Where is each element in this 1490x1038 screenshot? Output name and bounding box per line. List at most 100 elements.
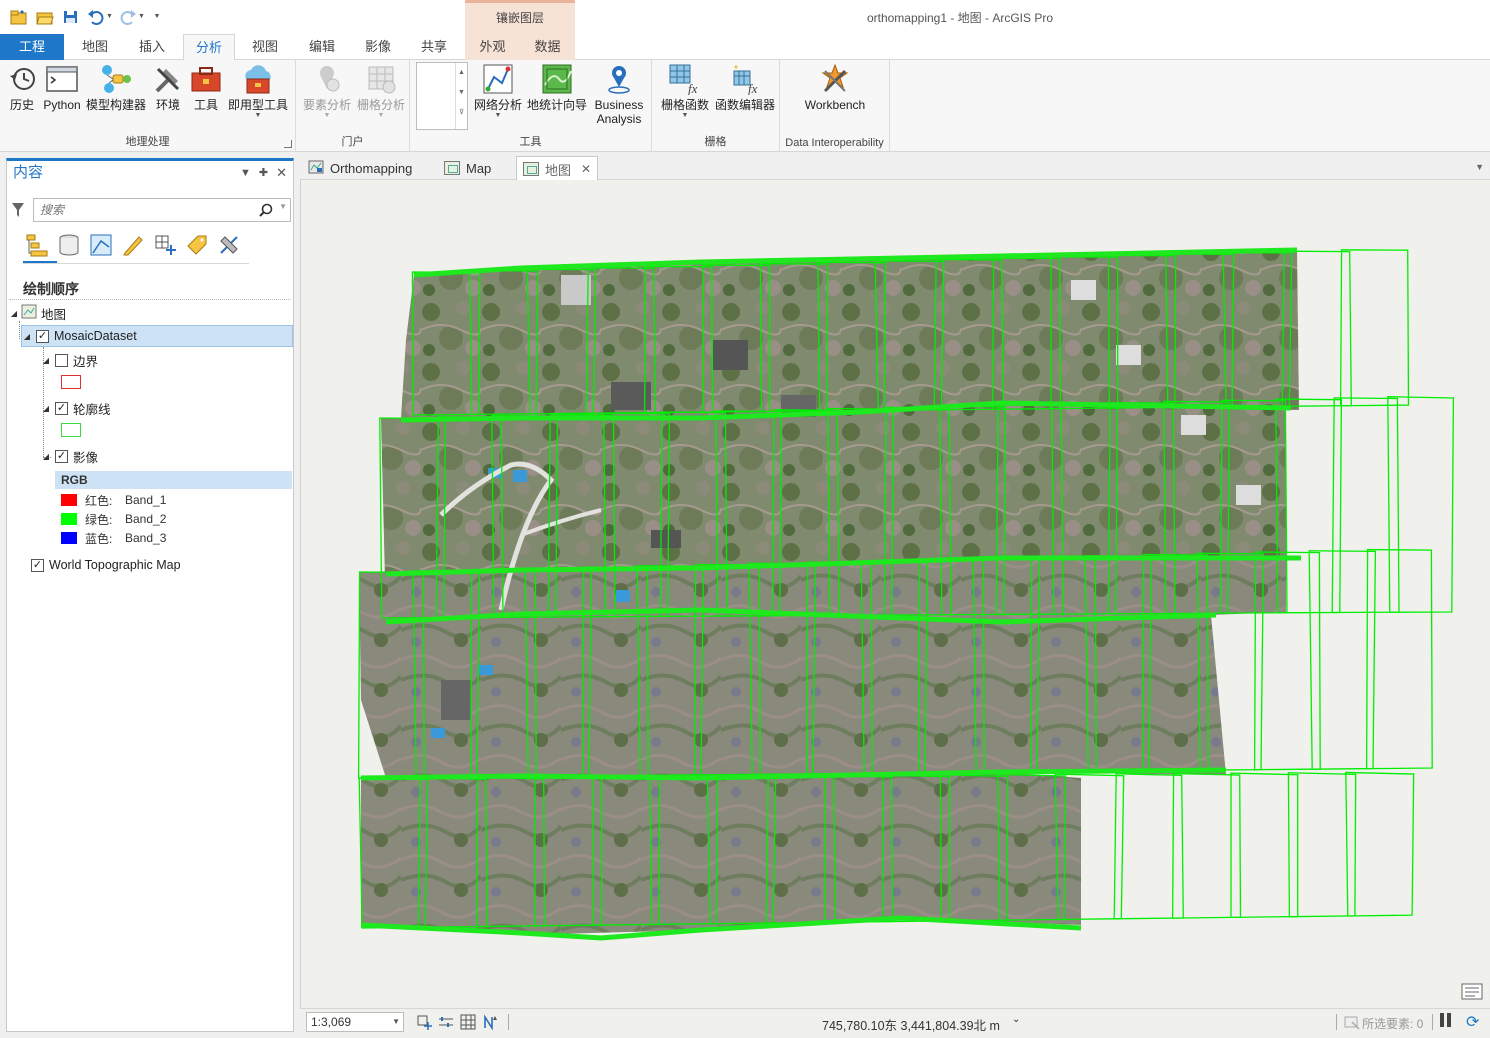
- north-arrow-icon[interactable]: [482, 1014, 498, 1030]
- tools-group: ▲ ▼ ⊽ 网络分析 ▼ 地统计向导 Business Analysis 工具: [410, 60, 652, 152]
- tree-row-map[interactable]: ◢ 地图: [9, 302, 66, 324]
- fixed-zoom-icon[interactable]: [416, 1014, 432, 1030]
- divider: [1336, 1014, 1337, 1030]
- close-tab-icon[interactable]: ✕: [581, 162, 591, 176]
- list-by-data-source-icon[interactable]: [55, 231, 82, 258]
- dialog-launcher-icon[interactable]: [284, 140, 292, 148]
- ribbon: 历史 Python 模型构建器 环境 工具 即用型工具 ▼ 地理处理 要素分析 …: [0, 60, 1490, 152]
- tab-map[interactable]: 地图: [69, 34, 121, 60]
- tab-appearance[interactable]: 外观: [465, 34, 520, 60]
- workbench-button[interactable]: Workbench: [800, 62, 870, 112]
- search-input[interactable]: [33, 198, 291, 222]
- collapse-icon[interactable]: ◢: [9, 309, 19, 318]
- footprint-symbol[interactable]: [61, 423, 81, 437]
- map-units-icon[interactable]: [438, 1014, 454, 1030]
- history-button[interactable]: 历史: [4, 62, 40, 112]
- collapse-icon[interactable]: ◢: [22, 332, 32, 341]
- business-analysis-button[interactable]: Business Analysis: [590, 62, 648, 126]
- divider: [9, 299, 291, 300]
- collapse-icon[interactable]: ◢: [41, 356, 51, 365]
- footprint-visibility-checkbox[interactable]: ✓: [55, 401, 68, 415]
- tab-analysis[interactable]: 分析: [183, 34, 235, 61]
- selection-icon[interactable]: [1344, 1014, 1360, 1030]
- grid-icon[interactable]: [460, 1014, 476, 1030]
- business-analysis-pin-icon: [602, 62, 636, 96]
- tab-share[interactable]: 共享: [408, 34, 460, 60]
- tools-button[interactable]: 工具: [188, 62, 224, 112]
- mosaic-visibility-checkbox[interactable]: ✓: [36, 329, 49, 343]
- mosaic-layer-label: MosaicDataset: [54, 329, 137, 343]
- tree-row-footprint[interactable]: ◢ ✓ 轮廓线: [41, 397, 111, 419]
- raster-analysis-icon: [364, 62, 398, 96]
- collapse-icon[interactable]: ◢: [41, 452, 51, 461]
- map-view-icon: [523, 162, 539, 176]
- cloud-toolbox-icon: [241, 62, 275, 96]
- rgb-symbology-heading[interactable]: RGB: [55, 471, 292, 489]
- raster-functions-icon: fx: [668, 62, 702, 96]
- environments-button[interactable]: 环境: [150, 62, 186, 112]
- close-icon[interactable]: ✕: [276, 161, 287, 185]
- list-by-editing-icon[interactable]: [119, 231, 146, 258]
- contents-view-toolbar: [23, 231, 242, 258]
- tab-view[interactable]: 视图: [239, 34, 291, 60]
- geostatistical-wizard-button[interactable]: 地统计向导: [526, 62, 588, 112]
- tab-insert[interactable]: 插入: [126, 34, 178, 60]
- raster-functions-button[interactable]: fx 栅格函数 ▼: [656, 62, 714, 120]
- band-row-blue[interactable]: 蓝色: Band_3: [61, 529, 166, 547]
- basemap-visibility-checkbox[interactable]: ✓: [31, 558, 44, 572]
- pin-icon[interactable]: ✚: [259, 161, 268, 185]
- tab-data[interactable]: 数据: [520, 34, 575, 60]
- image-visibility-checkbox[interactable]: ✓: [55, 449, 68, 463]
- tool-gallery[interactable]: ▲ ▼ ⊽: [416, 62, 468, 130]
- tab-imagery[interactable]: 影像: [352, 34, 404, 60]
- view-list-dropdown-icon[interactable]: ▼: [1475, 162, 1484, 172]
- tree-row-mosaic-dataset[interactable]: ◢ ✓ MosaicDataset: [21, 325, 293, 347]
- map-canvas[interactable]: [301, 180, 1490, 1008]
- tab-edit[interactable]: 编辑: [296, 34, 348, 60]
- pause-drawing-icon[interactable]: [1440, 1013, 1451, 1027]
- tab-map-view[interactable]: Map: [438, 156, 497, 180]
- modelbuilder-icon: [99, 62, 133, 96]
- map-view[interactable]: [300, 180, 1490, 1008]
- tree-row-basemap[interactable]: ✓ World Topographic Map: [31, 554, 181, 576]
- tree-row-image[interactable]: ◢ ✓ 影像: [41, 445, 98, 467]
- network-analysis-icon: [481, 62, 515, 96]
- python-button[interactable]: Python: [42, 62, 82, 112]
- collapse-icon[interactable]: ◢: [41, 404, 51, 413]
- geoprocessing-group-label: 地理处理: [125, 136, 170, 148]
- ready-to-use-tools-button[interactable]: 即用型工具 ▼: [226, 62, 290, 120]
- band-row-red[interactable]: 红色: Band_1: [61, 491, 166, 509]
- list-by-drawing-order-icon[interactable]: [23, 231, 50, 258]
- list-by-labeling-icon[interactable]: [183, 231, 210, 258]
- tab-ditu-view[interactable]: 地图 ✕: [516, 156, 599, 181]
- search-icon[interactable]: [259, 203, 273, 220]
- raster-analysis-portal-button[interactable]: 栅格分析 ▼: [354, 62, 408, 120]
- tab-project[interactable]: 工程: [0, 34, 64, 60]
- search-options-icon[interactable]: ▼: [279, 202, 287, 211]
- boundary-symbol[interactable]: [61, 375, 81, 389]
- tree-row-boundary[interactable]: ◢ 边界: [41, 349, 98, 371]
- red-band-swatch: [61, 494, 77, 506]
- refresh-icon[interactable]: ⟳: [1466, 1012, 1479, 1032]
- network-analysis-button[interactable]: 网络分析 ▼: [472, 62, 524, 120]
- boundary-visibility-checkbox[interactable]: [55, 353, 68, 367]
- list-by-selection-icon[interactable]: [87, 231, 114, 258]
- list-by-snapping-icon[interactable]: [151, 231, 178, 258]
- toolbox-icon: [189, 62, 223, 96]
- list-by-perspective-imagery-icon[interactable]: [215, 231, 242, 258]
- tab-orthomapping[interactable]: Orthomapping: [302, 156, 418, 180]
- modelbuilder-button[interactable]: 模型构建器: [85, 62, 147, 112]
- title-bar: ▼ ▼ ▼ 镶嵌图层 orthomapping1 - 地图 - ArcGIS P…: [0, 0, 1490, 34]
- svg-text:fx: fx: [688, 81, 698, 95]
- function-editor-button[interactable]: fx 函数编辑器: [714, 62, 776, 112]
- status-bar: 1:3,069 ▼ 745,780.10东 3,441,804.39北 m ⌄ …: [300, 1008, 1490, 1038]
- pane-menu-icon[interactable]: ▼: [240, 161, 251, 185]
- feature-analysis-button[interactable]: 要素分析 ▼: [300, 62, 354, 120]
- scale-selector[interactable]: 1:3,069 ▼: [306, 1012, 404, 1032]
- band-row-green[interactable]: 绿色: Band_2: [61, 510, 166, 528]
- filter-icon[interactable]: [11, 202, 25, 221]
- chevron-down-icon[interactable]: ⌄: [1012, 1014, 1020, 1025]
- raster-group-label: 栅格: [704, 136, 727, 148]
- environments-tools-icon: [151, 62, 185, 96]
- gallery-scroll[interactable]: ▲ ▼ ⊽: [455, 63, 467, 129]
